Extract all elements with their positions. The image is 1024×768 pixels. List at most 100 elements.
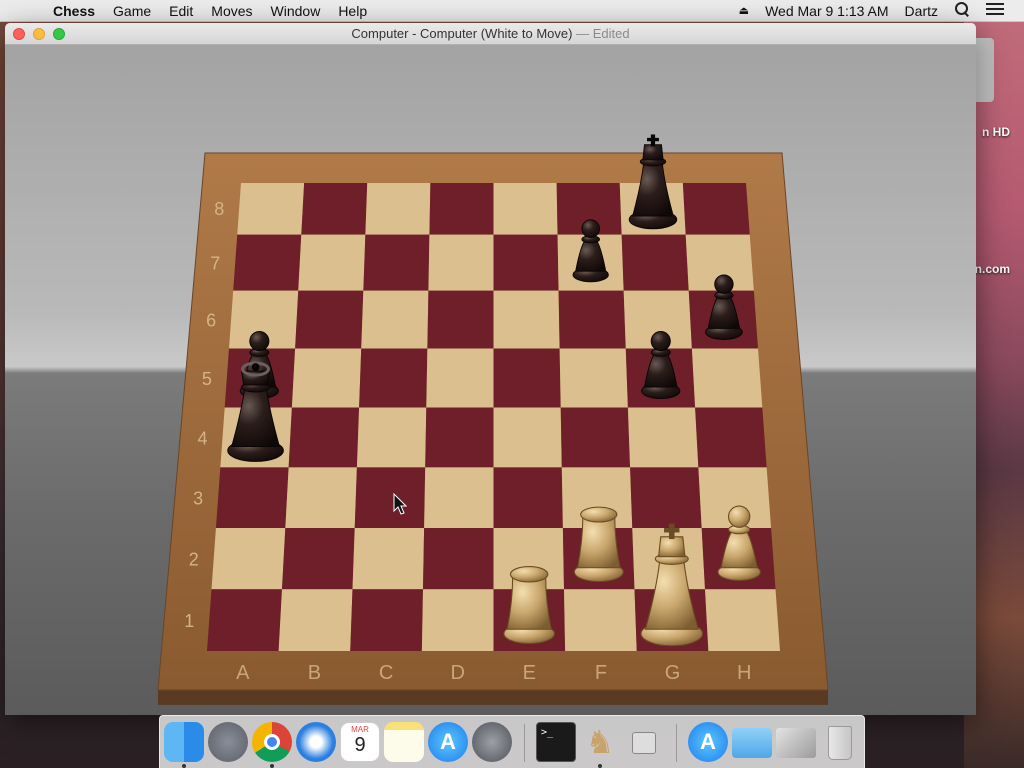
rank-label-6: 6 [206,310,216,330]
app-store-folder-icon[interactable]: A [688,722,728,762]
square-g7[interactable] [621,234,689,291]
file-label-a: A [236,662,250,684]
menu-help[interactable]: Help [329,3,376,19]
screenshots-stack-icon[interactable] [776,728,816,758]
square-c3[interactable] [354,467,426,528]
chrome-icon[interactable] [252,722,292,762]
calendar-month: MAR [351,725,369,734]
trash-icon[interactable] [820,722,860,762]
square-d6[interactable] [427,290,494,349]
square-f4[interactable] [560,407,631,468]
square-b8[interactable] [301,183,368,235]
rank-label-8: 8 [214,199,224,219]
square-h1[interactable] [705,589,780,651]
rank-label-2: 2 [189,550,199,570]
finder-icon[interactable] [164,722,204,762]
close-button[interactable] [13,28,25,40]
calendar-icon[interactable]: MAR 9 [340,722,380,762]
square-h4[interactable] [695,407,767,468]
square-e3[interactable] [493,467,563,528]
calendar-day: 9 [354,734,366,756]
file-label-d: D [450,662,464,684]
square-b7[interactable] [298,234,366,291]
square-d4[interactable] [425,407,494,468]
square-c5[interactable] [359,348,428,408]
archive-utility-icon[interactable] [624,722,664,762]
square-c2[interactable] [352,527,425,590]
notes-icon[interactable] [384,722,424,762]
app-store-icon[interactable]: A [428,722,468,762]
square-f5[interactable] [559,348,628,408]
square-a3[interactable] [215,467,289,528]
menubar-user[interactable]: Dartz [897,3,946,19]
menu-edit[interactable]: Edit [160,3,202,19]
file-label-c: C [379,662,393,684]
desktop-label-drive[interactable]: n HD [982,125,1010,139]
square-a1[interactable] [207,589,282,651]
rank-label-5: 5 [202,369,212,389]
square-c6[interactable] [361,290,429,349]
square-d3[interactable] [424,467,494,528]
launchpad-icon[interactable] [208,722,248,762]
square-b5[interactable] [291,348,362,408]
terminal-icon[interactable]: >_ [536,722,576,762]
board-squares [207,183,780,651]
square-b6[interactable] [295,290,364,349]
menubar-clock[interactable]: Wed Mar 9 1:13 AM [757,3,896,19]
square-b3[interactable] [285,467,357,528]
menu-window[interactable]: Window [262,3,330,19]
minimize-button[interactable] [33,28,45,40]
square-d1[interactable] [421,589,494,651]
menu-moves[interactable]: Moves [202,3,261,19]
menu-bar: Chess Game Edit Moves Window Help ⏏ Wed … [0,0,1024,22]
square-d5[interactable] [426,348,494,408]
square-h8[interactable] [682,183,750,235]
square-a2[interactable] [211,527,286,590]
square-g4[interactable] [627,407,699,468]
square-h5[interactable] [691,348,763,408]
square-d2[interactable] [422,527,494,590]
square-c7[interactable] [363,234,430,291]
square-g3[interactable] [630,467,702,528]
notification-center-icon[interactable] [978,2,1024,19]
menu-app-chess[interactable]: Chess [44,3,104,19]
window-edited-suffix: — Edited [572,26,630,41]
file-label-g: G [665,662,681,684]
chess-board-3d[interactable]: A B C D E F G H 1 2 3 4 5 6 7 8 [5,45,976,715]
square-f1[interactable] [564,589,637,651]
file-label-e: E [523,662,536,684]
square-d8[interactable] [429,183,494,235]
square-a7[interactable] [233,234,302,291]
spotlight-search-icon[interactable] [946,1,978,20]
square-b4[interactable] [288,407,360,468]
square-e8[interactable] [493,183,558,235]
window-titlebar[interactable]: Computer - Computer (White to Move) — Ed… [5,23,976,45]
square-b2[interactable] [281,527,355,590]
desktop-label-file[interactable]: n.com [975,262,1010,276]
file-label-f: F [595,662,607,684]
dock-separator [676,724,677,762]
square-c1[interactable] [350,589,423,651]
chess-app-icon[interactable]: ♞ [580,722,620,762]
menu-game[interactable]: Game [104,3,160,19]
dock-running-dot [598,764,602,768]
square-c8[interactable] [365,183,431,235]
zoom-button[interactable] [53,28,65,40]
square-e6[interactable] [493,290,560,349]
square-a8[interactable] [237,183,305,235]
folder-icon[interactable] [732,728,772,758]
square-e5[interactable] [493,348,561,408]
square-e4[interactable] [493,407,562,468]
eject-icon[interactable]: ⏏ [731,4,757,17]
square-e7[interactable] [493,234,559,291]
safari-icon[interactable] [296,722,336,762]
square-c4[interactable] [356,407,427,468]
square-f6[interactable] [558,290,626,349]
dock-running-dot [270,764,274,768]
square-d7[interactable] [428,234,494,291]
square-b1[interactable] [278,589,353,651]
system-preferences-icon[interactable] [472,722,512,762]
game-scene: A B C D E F G H 1 2 3 4 5 6 7 8 [5,45,976,715]
dock-separator [524,724,525,762]
file-label-b: B [308,662,321,684]
